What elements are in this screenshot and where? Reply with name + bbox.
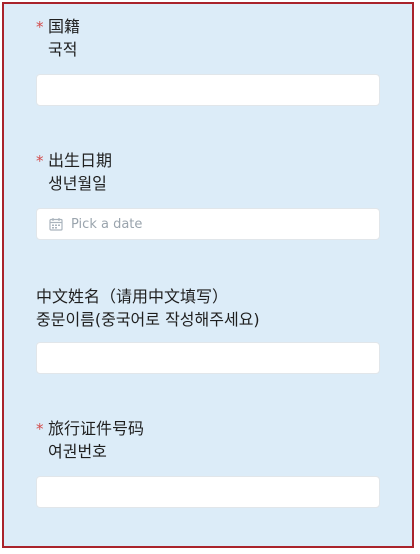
chinese-name-input[interactable] <box>36 342 380 374</box>
chinese-name-field: 中文姓名（请用中文填写） 중문이름(중국어로 작성해주세요) <box>36 286 380 374</box>
required-marker: * <box>36 152 44 170</box>
nationality-label: * 国籍 <box>36 16 380 38</box>
chinese-name-label-kr: 중문이름(중국어로 작성해주세요) <box>36 310 260 329</box>
nationality-input[interactable] <box>36 74 380 106</box>
nationality-field: * 国籍 국적 <box>36 16 380 106</box>
birthdate-label-kr: 생년월일 <box>48 174 107 193</box>
required-marker: * <box>36 420 44 438</box>
passport-number-label-kr: 여권번호 <box>48 442 107 461</box>
chinese-name-label-cn: 中文姓名（请用中文填写） <box>36 287 229 306</box>
calendar-icon <box>49 218 63 231</box>
passport-number-label-cn: 旅行证件号码 <box>48 419 145 438</box>
chinese-name-label: 中文姓名（请用中文填写） <box>36 286 380 308</box>
required-marker: * <box>36 18 44 36</box>
form-container: * 国籍 국적 * 出生日期 생년월일 Pick a date 中文姓名（请用中… <box>2 2 414 548</box>
birthdate-field: * 出生日期 생년월일 Pick a date <box>36 150 380 240</box>
passport-number-label: * 旅行证件号码 <box>36 418 380 440</box>
birthdate-label-cn: 出生日期 <box>48 151 113 170</box>
nationality-label-cn: 国籍 <box>48 17 81 36</box>
birthdate-label: * 出生日期 <box>36 150 380 172</box>
nationality-label-kr: 국적 <box>48 40 78 59</box>
birthdate-placeholder: Pick a date <box>71 216 143 232</box>
birthdate-date-picker[interactable]: Pick a date <box>36 208 380 240</box>
passport-number-field: * 旅行证件号码 여권번호 <box>36 418 380 508</box>
passport-number-input[interactable] <box>36 476 380 508</box>
